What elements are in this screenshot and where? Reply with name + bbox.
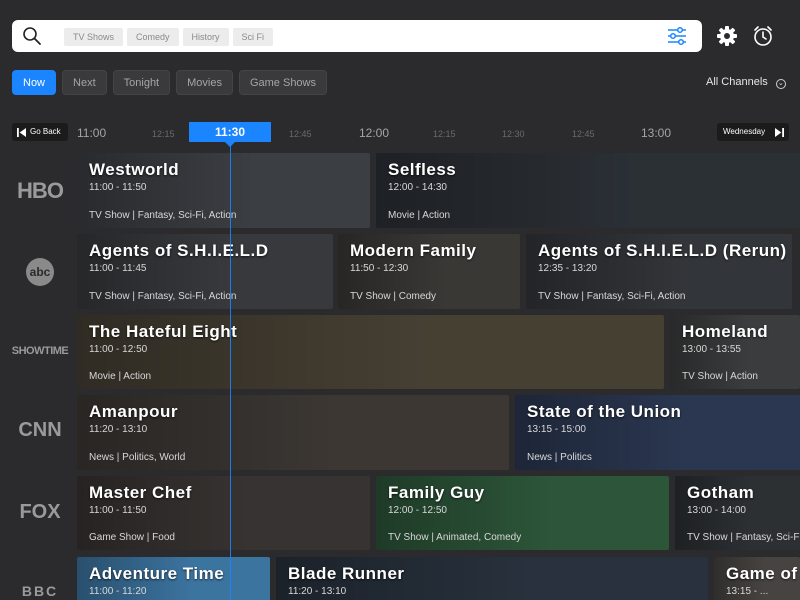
alarm-clock-icon[interactable] — [752, 25, 774, 47]
search-chip[interactable]: TV Shows — [64, 28, 124, 46]
tab-next[interactable]: Next — [62, 70, 107, 95]
program-time: 12:00 - 12:50 — [388, 505, 447, 516]
program-genre: Movie | Action — [388, 210, 451, 221]
program-cell[interactable]: Agents of S.H.I.E.L.D 11:00 - 11:45 TV S… — [77, 234, 333, 309]
program-cell[interactable]: Adventure Time 11:00 - 11:20 — [77, 557, 270, 600]
program-title: Homeland — [682, 322, 769, 341]
time-filter-tabs: Now Next Tonight Movies Game Shows — [12, 70, 327, 95]
day-label: Wednesday — [723, 127, 766, 136]
program-title: Family Guy — [388, 483, 485, 502]
program-time: 13:15 - 15:00 — [527, 424, 586, 435]
program-time: 12:35 - 13:20 — [538, 263, 597, 274]
program-genre: News | Politics, World — [89, 452, 186, 463]
program-cell[interactable]: The Hateful Eight 11:00 - 12:50 Movie | … — [77, 315, 664, 389]
current-time-marker: 11:30 — [189, 122, 271, 142]
program-genre: Game Show | Food — [89, 532, 175, 543]
program-genre: TV Show | Comedy — [350, 291, 436, 302]
tab-game-shows[interactable]: Game Shows — [238, 70, 327, 95]
time-tick: 12:15 — [433, 129, 456, 139]
program-time: 12:00 - 14:30 — [388, 182, 447, 193]
skip-back-icon — [17, 128, 26, 137]
program-cell[interactable]: Game of 13:15 - ... — [714, 557, 800, 600]
program-title: Adventure Time — [89, 564, 225, 583]
program-title: Modern Family — [350, 241, 477, 260]
program-genre: TV Show | Fantasy, Sci-Fi, Action — [89, 210, 237, 221]
skip-forward-icon — [775, 128, 784, 137]
program-time: 11:00 - 11:50 — [89, 182, 147, 193]
channel-logo-bbc[interactable]: BBC — [6, 583, 74, 599]
program-time: 11:00 - 11:20 — [89, 586, 147, 597]
channel-filter-label: All Channels — [706, 76, 768, 88]
filter-sliders-icon[interactable] — [666, 26, 688, 46]
program-genre: News | Politics — [527, 452, 592, 463]
channel-logo-fox[interactable]: FOX — [6, 501, 74, 524]
search-chip[interactable]: History — [182, 28, 229, 46]
program-cell[interactable]: Blade Runner 11:20 - 13:10 — [276, 557, 708, 600]
channel-logo-abc[interactable]: abc — [6, 258, 74, 286]
channel-logo-hbo[interactable]: HBO — [6, 178, 74, 204]
program-cell[interactable]: Westworld 11:00 - 11:50 TV Show | Fantas… — [77, 153, 370, 228]
time-tick: 12:15 — [152, 129, 175, 139]
channel-logo-showtime[interactable]: SHOWTIME — [6, 345, 74, 357]
program-time: 13:15 - ... — [726, 586, 769, 597]
program-genre: TV Show | Fantasy, Sci-Fi, Action — [538, 291, 686, 302]
program-genre: TV Show | Fantasy, Sci-Fi, Action — [687, 532, 800, 543]
program-genre: TV Show | Fantasy, Sci-Fi, Action — [89, 291, 237, 302]
program-cell[interactable]: Homeland 13:00 - 13:55 TV Show | Action — [670, 315, 800, 389]
channel-filter-dropdown[interactable]: All Channels ⌄ — [706, 76, 786, 89]
program-title: Agents of S.H.I.E.L.D — [89, 241, 269, 260]
program-genre: TV Show | Animated, Comedy — [388, 532, 522, 543]
program-title: Amanpour — [89, 402, 178, 421]
program-cell[interactable]: State of the Union 13:15 - 15:00 News | … — [515, 395, 800, 470]
program-time: 11:00 - 11:45 — [89, 263, 147, 274]
time-tick: 11:00 — [77, 126, 107, 140]
program-time: 13:00 - 13:55 — [682, 344, 741, 355]
program-title: Agents of S.H.I.E.L.D (Rerun) — [538, 241, 787, 260]
program-time: 11:20 - 13:10 — [288, 586, 347, 597]
time-tick: 12:30 — [502, 129, 525, 139]
program-cell[interactable]: Master Chef 11:00 - 11:50 Game Show | Fo… — [77, 476, 370, 550]
current-time-line — [230, 144, 231, 600]
program-time: 11:20 - 13:10 — [89, 424, 148, 435]
chevron-down-icon: ⌄ — [775, 79, 786, 89]
go-back-label: Go Back — [30, 127, 61, 136]
program-title: Game of — [726, 564, 798, 583]
tab-movies[interactable]: Movies — [176, 70, 233, 95]
program-genre: TV Show | Action — [682, 371, 758, 382]
program-cell[interactable]: Amanpour 11:20 - 13:10 News | Politics, … — [77, 395, 509, 470]
program-time: 11:50 - 12:30 — [350, 263, 409, 274]
program-title: Westworld — [89, 160, 180, 179]
program-title: Gotham — [687, 483, 755, 502]
program-cell[interactable]: Gotham 13:00 - 14:00 TV Show | Fantasy, … — [675, 476, 800, 550]
tab-tonight[interactable]: Tonight — [112, 70, 171, 95]
program-time: 13:00 - 14:00 — [687, 505, 746, 516]
time-tick: 12:45 — [289, 129, 312, 139]
gear-icon[interactable] — [716, 25, 738, 47]
search-chip[interactable]: Sci Fi — [232, 28, 274, 46]
tab-now[interactable]: Now — [12, 70, 57, 95]
program-cell[interactable]: Selfless 12:00 - 14:30 Movie | Action — [376, 153, 800, 228]
search-bar[interactable]: TV Shows Comedy History Sci Fi — [12, 20, 702, 52]
time-tick: 12:00 — [359, 126, 390, 140]
channel-logo-cnn[interactable]: CNN — [6, 419, 74, 442]
program-title: Master Chef — [89, 483, 192, 502]
search-icon[interactable] — [22, 26, 42, 46]
program-title: Selfless — [388, 160, 457, 179]
time-tick: 12:45 — [572, 129, 595, 139]
time-tick: 13:00 — [641, 126, 672, 140]
program-time: 11:00 - 12:50 — [89, 344, 148, 355]
next-day-button[interactable]: Wednesday — [717, 123, 789, 141]
search-chip[interactable]: Comedy — [127, 28, 179, 46]
program-title: The Hateful Eight — [89, 322, 238, 341]
program-genre: Movie | Action — [89, 371, 152, 382]
program-title: State of the Union — [527, 402, 682, 421]
go-back-button[interactable]: Go Back — [12, 123, 68, 141]
abc-logo-badge: abc — [26, 258, 54, 286]
program-cell[interactable]: Agents of S.H.I.E.L.D (Rerun) 12:35 - 13… — [526, 234, 792, 309]
program-title: Blade Runner — [288, 564, 405, 583]
program-cell[interactable]: Family Guy 12:00 - 12:50 TV Show | Anima… — [376, 476, 669, 550]
program-time: 11:00 - 11:50 — [89, 505, 147, 516]
program-cell[interactable]: Modern Family 11:50 - 12:30 TV Show | Co… — [338, 234, 520, 309]
search-filter-chips: TV Shows Comedy History Sci Fi — [64, 28, 274, 46]
